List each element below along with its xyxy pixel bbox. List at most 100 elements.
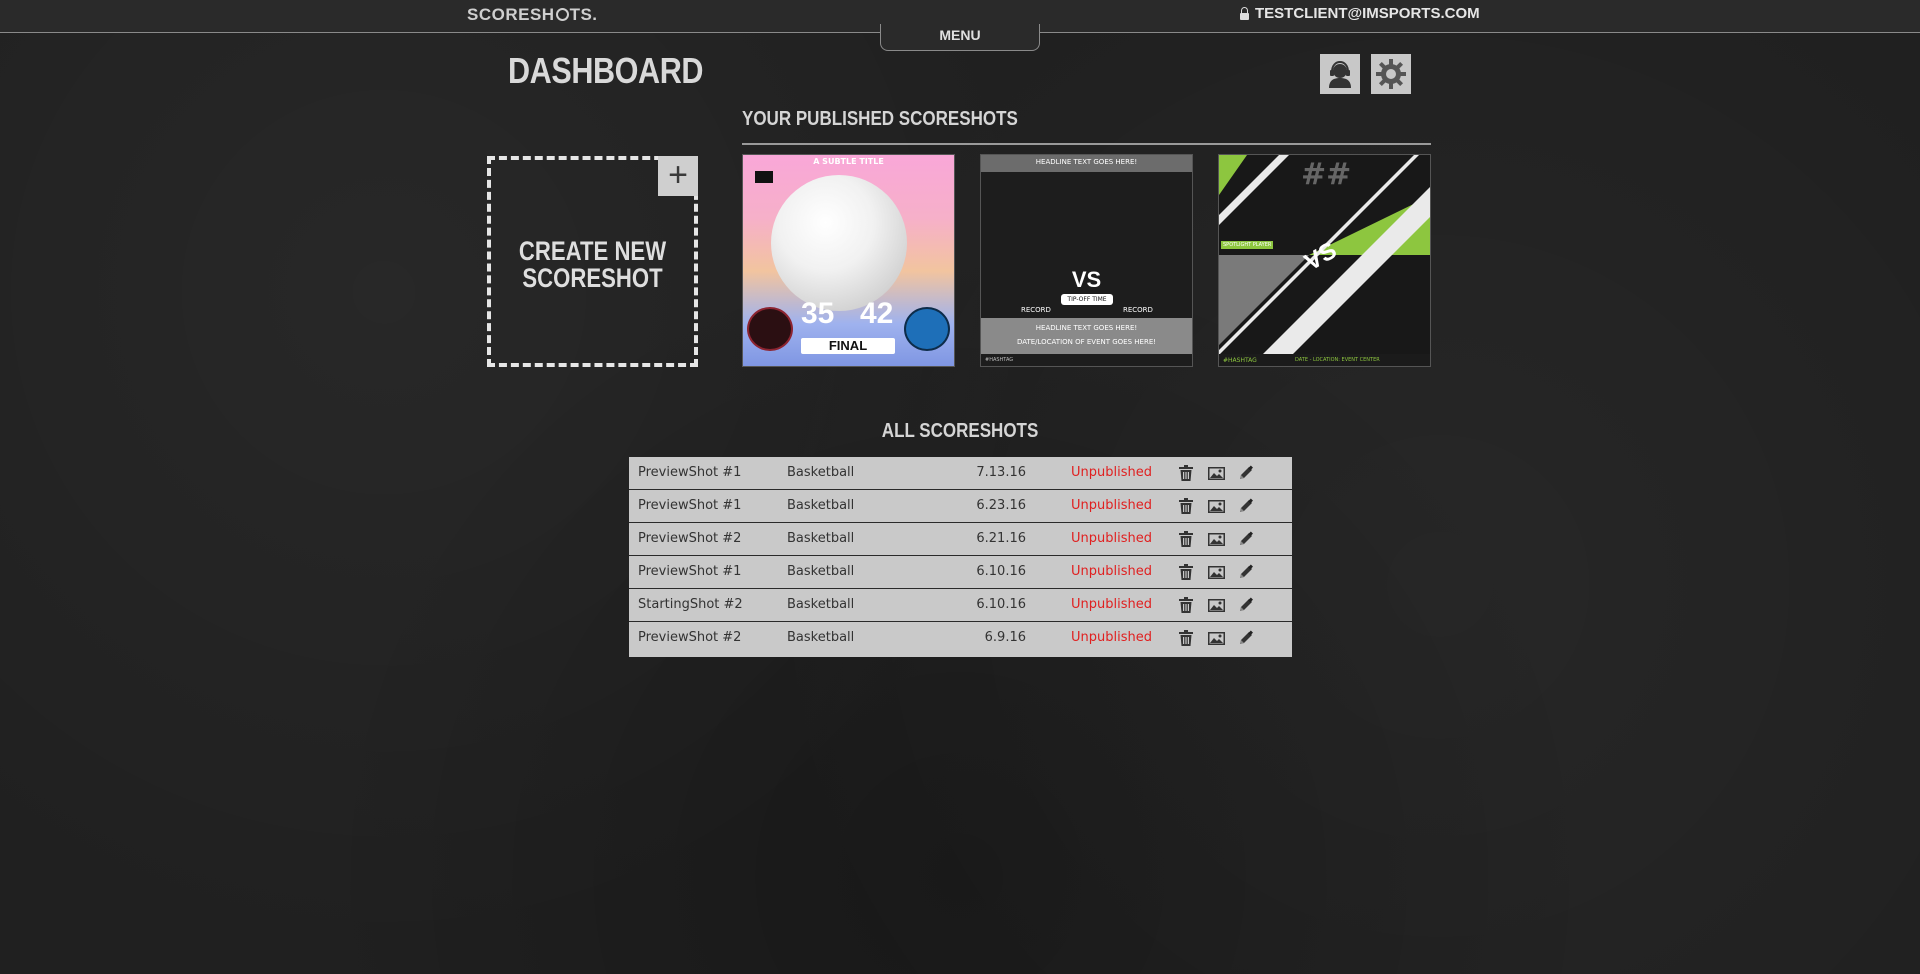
all-scoreshots-heading: ALL SCORESHOTS	[881, 420, 1039, 442]
thumb-date-location: DATE/LOCATION OF EVENT GOES HERE!	[1016, 338, 1157, 346]
vs-text: VS	[1071, 267, 1102, 292]
gear-icon	[1376, 59, 1406, 89]
image-icon	[1207, 598, 1225, 612]
scoreshots-table: PreviewShot #1 Basketball 7.13.16 Unpubl…	[629, 457, 1292, 657]
edit-button[interactable]	[1237, 596, 1255, 614]
edit-pen-icon	[1240, 597, 1253, 611]
image-icon	[1207, 466, 1225, 480]
row-date: 7.13.16	[976, 465, 1026, 480]
team-left-logo	[747, 307, 793, 351]
preview-image-button[interactable]	[1207, 464, 1225, 482]
basketball-graphic	[771, 175, 907, 311]
row-sport: Basketball	[787, 531, 855, 546]
published-thumbnail-spotlight[interactable]: ## SPOTLIGHT PLAYER VS #HASHTAG DATE - L…	[1218, 154, 1431, 367]
create-new-scoreshot-button[interactable]: + CREATE NEW SCORESHOT	[487, 156, 698, 367]
row-sport: Basketball	[787, 465, 855, 480]
trash-icon	[1179, 630, 1193, 646]
image-icon	[1207, 631, 1225, 645]
row-sport: Basketball	[787, 597, 855, 612]
edit-button[interactable]	[1237, 464, 1255, 482]
table-row[interactable]: PreviewShot #1 Basketball 7.13.16 Unpubl…	[629, 457, 1292, 490]
menu-button[interactable]: MENU	[880, 24, 1040, 51]
trash-icon	[1179, 465, 1193, 481]
thumb-hashtag: #HASHTAG	[985, 357, 1014, 363]
page-title: DASHBOARD	[508, 50, 704, 91]
row-status: Unpublished	[1071, 465, 1152, 480]
row-actions	[1177, 596, 1255, 614]
preview-image-button[interactable]	[1207, 563, 1225, 581]
preview-image-button[interactable]	[1207, 497, 1225, 515]
published-heading: YOUR PUBLISHED SCORESHOTS	[742, 108, 1431, 145]
edit-pen-icon	[1240, 630, 1253, 644]
edit-button[interactable]	[1237, 629, 1255, 647]
row-name: StartingShot #2	[638, 597, 743, 612]
row-status: Unpublished	[1071, 531, 1152, 546]
row-sport: Basketball	[787, 498, 855, 513]
basketball-logo-icon	[555, 8, 569, 21]
trash-icon	[1179, 498, 1193, 514]
trash-icon	[1179, 531, 1193, 547]
edit-button[interactable]	[1237, 497, 1255, 515]
edit-pen-icon	[1240, 531, 1253, 545]
jersey-number: ##	[1301, 157, 1352, 192]
row-date: 6.23.16	[976, 498, 1026, 513]
create-label: CREATE NEW SCORESHOT	[518, 236, 667, 293]
row-actions	[1177, 497, 1255, 515]
delete-button[interactable]	[1177, 596, 1195, 614]
trash-icon	[1179, 564, 1193, 580]
row-name: PreviewShot #1	[638, 498, 742, 513]
record-left: RECORD	[1021, 306, 1051, 314]
menu-label: MENU	[939, 27, 981, 43]
lock-icon	[1240, 6, 1249, 20]
row-name: PreviewShot #1	[638, 465, 742, 480]
row-date: 6.9.16	[984, 630, 1026, 645]
table-row[interactable]: PreviewShot #1 Basketball 6.10.16 Unpubl…	[629, 556, 1292, 589]
published-thumbnail-matchup[interactable]: HEADLINE TEXT GOES HERE! VS TIP-OFF TIME…	[980, 154, 1193, 367]
row-name: PreviewShot #2	[638, 630, 742, 645]
image-icon	[1207, 565, 1225, 579]
table-row[interactable]: StartingShot #2 Basketball 6.10.16 Unpub…	[629, 589, 1292, 622]
preview-image-button[interactable]	[1207, 530, 1225, 548]
scoreshots-logo[interactable]: SCORESH TS.	[467, 5, 598, 25]
row-status: Unpublished	[1071, 498, 1152, 513]
thumb-hashtag: #HASHTAG	[1223, 357, 1257, 364]
delete-button[interactable]	[1177, 464, 1195, 482]
row-date: 6.10.16	[976, 564, 1026, 579]
image-icon	[1207, 532, 1225, 546]
thumb-title: A SUBTLE TITLE	[813, 157, 884, 166]
row-date: 6.21.16	[976, 531, 1026, 546]
row-name: PreviewShot #2	[638, 531, 742, 546]
score-left: 35	[801, 297, 835, 330]
team-right-logo	[904, 307, 950, 351]
preview-image-button[interactable]	[1207, 629, 1225, 647]
published-thumbnail-final-score[interactable]: A SUBTLE TITLE 35 42 FINAL	[742, 154, 955, 367]
user-email: TESTCLIENT@IMSPORTS.COM	[1255, 5, 1480, 22]
row-status: Unpublished	[1071, 564, 1152, 579]
spotlight-label: SPOTLIGHT PLAYER	[1221, 241, 1274, 249]
row-actions	[1177, 563, 1255, 581]
thumb-headline-bottom: HEADLINE TEXT GOES HERE!	[1035, 324, 1138, 332]
delete-button[interactable]	[1177, 530, 1195, 548]
edit-button[interactable]	[1237, 530, 1255, 548]
settings-button[interactable]	[1371, 54, 1411, 94]
preview-image-button[interactable]	[1207, 596, 1225, 614]
logo-text-right: TS.	[569, 5, 598, 24]
delete-button[interactable]	[1177, 563, 1195, 581]
support-headset-icon	[1329, 60, 1351, 88]
edit-pen-icon	[1240, 564, 1253, 578]
table-row[interactable]: PreviewShot #1 Basketball 6.23.16 Unpubl…	[629, 490, 1292, 523]
table-row[interactable]: PreviewShot #2 Basketball 6.9.16 Unpubli…	[629, 622, 1292, 657]
table-row[interactable]: PreviewShot #2 Basketball 6.21.16 Unpubl…	[629, 523, 1292, 556]
thumb-small-logo	[755, 171, 773, 183]
delete-button[interactable]	[1177, 497, 1195, 515]
plus-icon: +	[658, 156, 698, 196]
delete-button[interactable]	[1177, 629, 1195, 647]
edit-pen-icon	[1240, 498, 1253, 512]
trash-icon	[1179, 597, 1193, 613]
edit-button[interactable]	[1237, 563, 1255, 581]
user-account[interactable]: TESTCLIENT@IMSPORTS.COM	[1240, 5, 1480, 22]
row-date: 6.10.16	[976, 597, 1026, 612]
record-right: RECORD	[1123, 306, 1153, 314]
support-button[interactable]	[1320, 54, 1360, 94]
row-status: Unpublished	[1071, 630, 1152, 645]
